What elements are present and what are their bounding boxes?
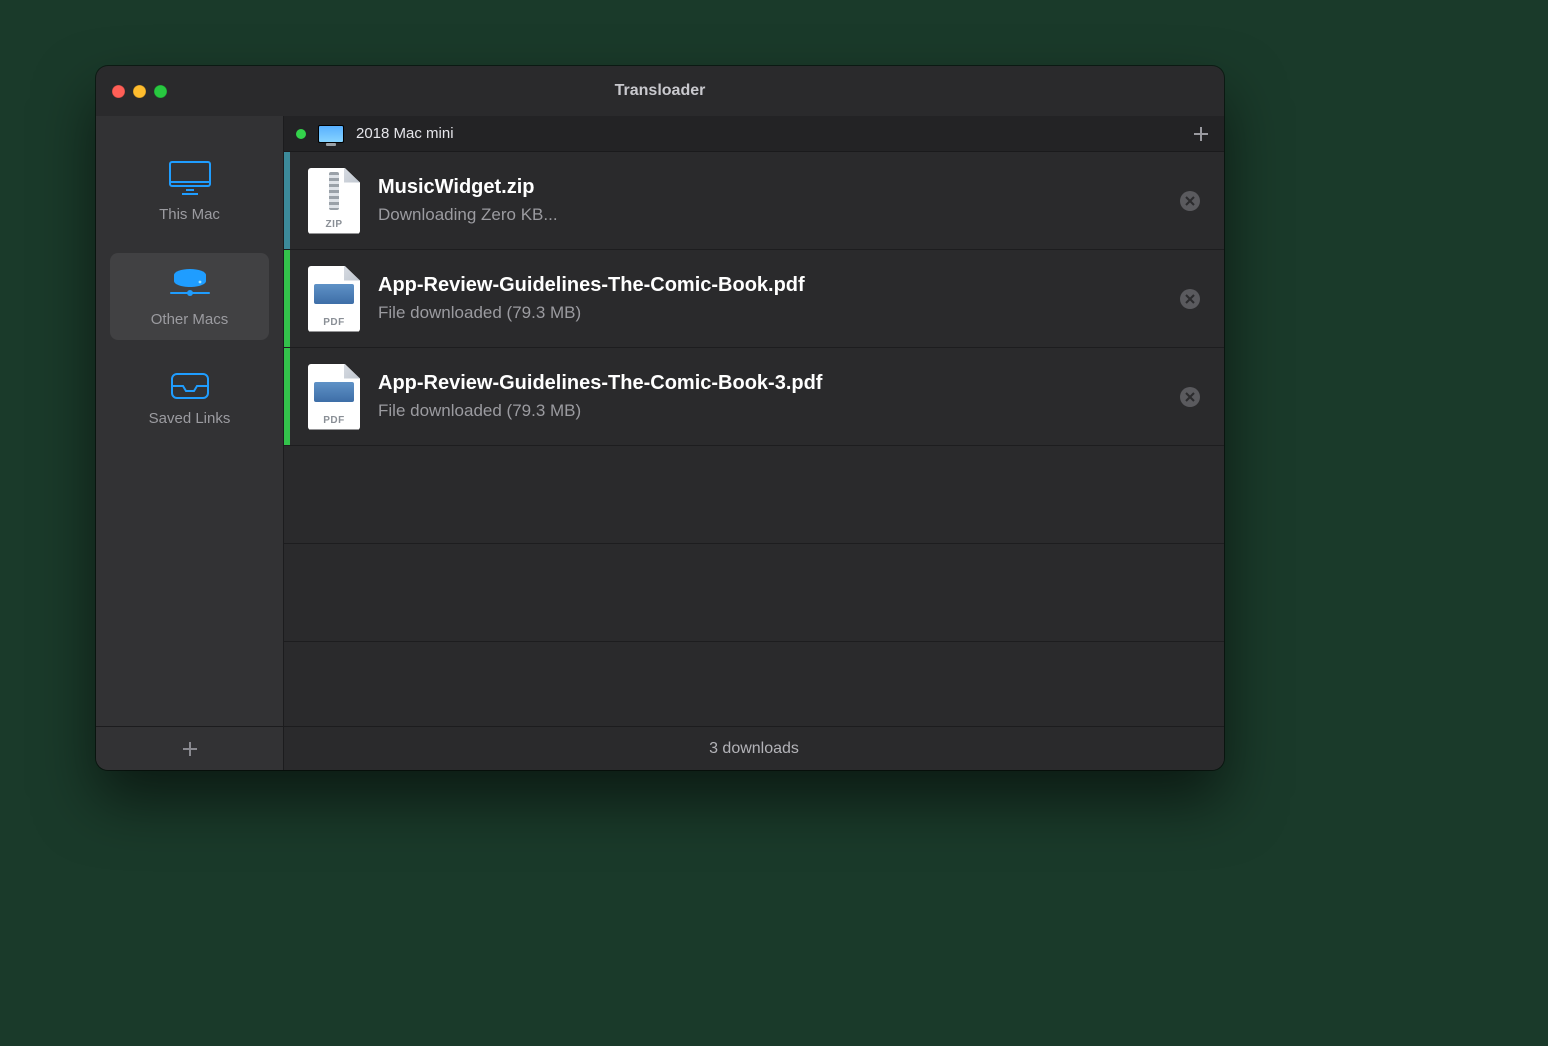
window-close-button[interactable] xyxy=(112,85,125,98)
window-minimize-button[interactable] xyxy=(133,85,146,98)
sidebar: This Mac Other Macs xyxy=(96,116,284,770)
plus-icon xyxy=(181,740,199,758)
close-icon xyxy=(1185,392,1195,402)
plus-icon xyxy=(1192,125,1210,143)
file-name: App-Review-Guidelines-The-Comic-Book.pdf xyxy=(378,274,1180,297)
download-count: 3 downloads xyxy=(709,740,799,758)
sidebar-add-button[interactable] xyxy=(96,726,283,770)
remove-button[interactable] xyxy=(1180,191,1200,211)
download-list: 2018 Mac mini ZIP xyxy=(284,116,1224,726)
file-status: File downloaded (79.3 MB) xyxy=(378,401,1180,421)
sidebar-item-this-mac[interactable]: This Mac xyxy=(110,146,269,235)
remove-button[interactable] xyxy=(1180,289,1200,309)
empty-row xyxy=(284,544,1224,642)
device-thumbnail-icon xyxy=(318,125,344,143)
inbox-icon xyxy=(170,372,210,400)
traffic-lights xyxy=(112,85,167,98)
empty-row xyxy=(284,446,1224,544)
close-icon xyxy=(1185,294,1195,304)
status-strip xyxy=(284,250,290,347)
remove-button[interactable] xyxy=(1180,387,1200,407)
status-online-icon xyxy=(296,129,306,139)
download-row[interactable]: PDF App-Review-Guidelines-The-Comic-Book… xyxy=(284,348,1224,446)
sidebar-item-saved-links[interactable]: Saved Links xyxy=(110,358,269,439)
device-add-button[interactable] xyxy=(1192,125,1210,143)
file-icon-pdf: PDF xyxy=(308,364,360,430)
sidebar-item-other-macs[interactable]: Other Macs xyxy=(110,253,269,340)
network-drive-icon xyxy=(168,267,212,301)
window-title: Transloader xyxy=(96,82,1224,100)
file-name: MusicWidget.zip xyxy=(378,176,1180,199)
sidebar-item-label: This Mac xyxy=(159,206,220,223)
status-strip xyxy=(284,152,290,249)
status-bar: 3 downloads xyxy=(284,726,1224,770)
titlebar: Transloader xyxy=(96,66,1224,116)
display-icon xyxy=(168,160,212,196)
download-row[interactable]: ZIP MusicWidget.zip Downloading Zero KB.… xyxy=(284,152,1224,250)
file-icon-zip: ZIP xyxy=(308,168,360,234)
close-icon xyxy=(1185,196,1195,206)
file-icon-pdf: PDF xyxy=(308,266,360,332)
app-window: Transloader This Mac xyxy=(96,66,1224,770)
sidebar-item-label: Saved Links xyxy=(149,410,231,427)
status-strip xyxy=(284,348,290,445)
download-row[interactable]: PDF App-Review-Guidelines-The-Comic-Book… xyxy=(284,250,1224,348)
device-row[interactable]: 2018 Mac mini xyxy=(284,116,1224,152)
file-name: App-Review-Guidelines-The-Comic-Book-3.p… xyxy=(378,372,1180,395)
main-panel: 2018 Mac mini ZIP xyxy=(284,116,1224,770)
file-status: Downloading Zero KB... xyxy=(378,205,1180,225)
device-name: 2018 Mac mini xyxy=(356,125,1180,142)
window-zoom-button[interactable] xyxy=(154,85,167,98)
file-status: File downloaded (79.3 MB) xyxy=(378,303,1180,323)
sidebar-item-label: Other Macs xyxy=(151,311,229,328)
